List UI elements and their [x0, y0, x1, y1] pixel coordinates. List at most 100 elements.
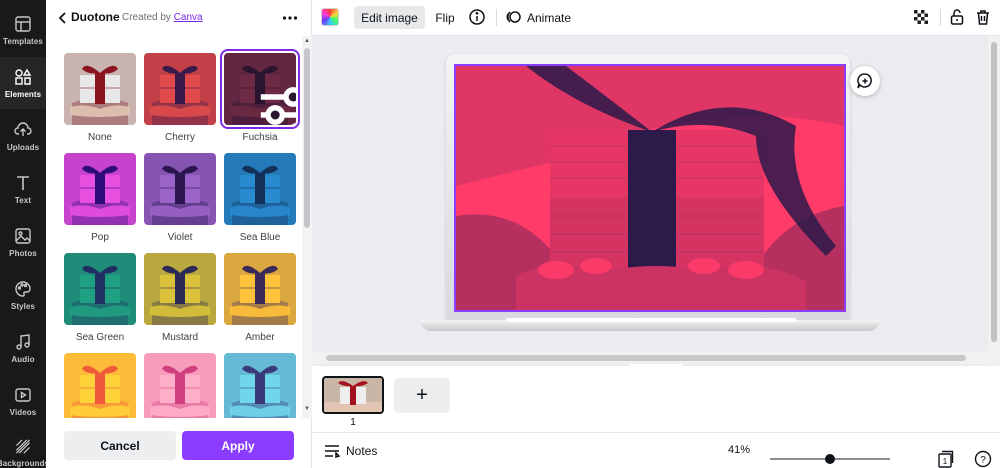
filter-thumbnail[interactable]	[144, 353, 216, 418]
rail-item-backgrounds[interactable]: Backgrounds	[0, 428, 49, 468]
flip-button[interactable]: Flip	[430, 6, 460, 29]
filter-thumbnail[interactable]	[64, 253, 136, 325]
filter-thumbnail[interactable]	[144, 253, 216, 325]
top-toolbar: Edit image Flip Animate	[312, 0, 1000, 36]
notes-button[interactable]: Notes	[324, 443, 377, 459]
duotone-filter-option[interactable]: Cherry	[144, 53, 216, 153]
templates-icon	[15, 15, 31, 32]
filter-thumbnail[interactable]	[64, 53, 136, 125]
color-picker-swatch[interactable]	[321, 8, 339, 26]
horizontal-scroll-thumb[interactable]	[326, 355, 966, 361]
rail-item-label: Audio	[11, 354, 35, 364]
filter-label: Sea Blue	[239, 232, 281, 243]
page-count-button[interactable]: 1	[936, 450, 954, 468]
info-icon[interactable]	[468, 8, 486, 26]
filter-thumbnail[interactable]	[64, 153, 136, 225]
zoom-value[interactable]: 41%	[716, 444, 750, 456]
panel-scrollbar[interactable]: ▲ ▼	[302, 36, 312, 418]
adjust-sliders-icon[interactable]	[250, 79, 296, 125]
rail-item-label: Videos	[9, 407, 37, 417]
pages-strip: 1 +	[312, 366, 1000, 432]
photos-icon	[15, 227, 31, 244]
rail-item-uploads[interactable]: Uploads	[0, 110, 46, 162]
duotone-filter-option[interactable]: Fuchsia	[220, 49, 300, 153]
video-icon	[15, 387, 31, 402]
scroll-thumb[interactable]	[304, 48, 310, 228]
filter-thumbnail[interactable]	[144, 53, 216, 125]
elements-icon	[15, 68, 32, 85]
panel-header: Duotone Created by Canva	[46, 0, 312, 36]
trash-icon[interactable]	[974, 8, 992, 26]
help-icon: ?	[974, 450, 992, 468]
edit-image-button[interactable]: Edit image	[354, 6, 425, 29]
rail-item-photos[interactable]: Photos	[0, 216, 46, 268]
svg-text:?: ?	[980, 455, 986, 466]
scroll-up-icon[interactable]: ▲	[304, 38, 310, 44]
selected-image-frame[interactable]	[454, 64, 846, 312]
filter-thumbnail[interactable]	[224, 353, 296, 418]
panel-title: Duotone	[71, 10, 120, 24]
animate-icon[interactable]	[505, 8, 523, 26]
rail-item-audio[interactable]: Audio	[0, 322, 46, 374]
duotone-filter-option[interactable]: Mustard	[144, 253, 216, 353]
duotone-filter-option[interactable]: Amber	[224, 253, 296, 353]
filter-thumbnail[interactable]	[224, 253, 296, 325]
duotone-filter-option[interactable]: Sea Blue	[224, 153, 296, 253]
cancel-button[interactable]: Cancel	[64, 431, 176, 460]
canvas-area: ⌄	[312, 36, 1000, 368]
duotone-panel: Duotone Created by Canva None Cherry Fuchs…	[46, 0, 312, 468]
duotone-filter-option[interactable]: Pop	[64, 153, 136, 253]
pages-icon: 1	[938, 450, 954, 468]
filter-thumbnail[interactable]	[224, 153, 296, 225]
plus-icon: +	[416, 384, 428, 406]
toolbar-divider	[496, 9, 497, 26]
vertical-scroll-thumb[interactable]	[991, 42, 997, 342]
page-thumbnail[interactable]	[322, 376, 384, 414]
gift-photo-duotone	[456, 66, 844, 310]
rail-item-elements[interactable]: Elements	[0, 57, 46, 109]
filter-label: Mustard	[161, 332, 199, 343]
duotone-filter-option[interactable]	[224, 353, 296, 418]
add-comment-button[interactable]	[850, 66, 880, 96]
duotone-filter-option[interactable]: Sea Green	[64, 253, 136, 353]
chevron-left-icon[interactable]	[56, 9, 70, 27]
backgrounds-icon	[15, 439, 31, 454]
duotone-filter-option[interactable]	[64, 353, 136, 418]
page-number: 1	[350, 417, 356, 428]
filter-label: Fuchsia	[242, 132, 278, 143]
animate-button[interactable]: Animate	[524, 6, 574, 29]
toolbar-divider	[940, 9, 941, 26]
filter-thumbnail[interactable]	[144, 153, 216, 225]
rail-item-label: Uploads	[6, 142, 40, 152]
music-note-icon	[16, 333, 30, 350]
duotone-filter-option[interactable]	[144, 353, 216, 418]
laptop-mockup-notch	[506, 318, 796, 322]
rail-item-label: Templates	[3, 36, 43, 46]
cloud-upload-icon	[14, 121, 32, 136]
duotone-filter-option[interactable]: Violet	[144, 153, 216, 253]
horizontal-scrollbar[interactable]	[312, 352, 988, 364]
rail-item-templates[interactable]: Templates	[0, 4, 46, 56]
page-thumbnail-image	[324, 378, 382, 412]
credit-link[interactable]: Canva	[174, 12, 203, 23]
bottom-bar: Notes 41% 1 ?	[312, 432, 1000, 468]
zoom-slider[interactable]	[770, 454, 890, 464]
more-options-icon[interactable]	[282, 10, 298, 26]
rail-item-label: Elements	[4, 89, 42, 99]
transparency-icon[interactable]	[912, 8, 930, 26]
add-page-button[interactable]: +	[394, 378, 450, 413]
vertical-scrollbar[interactable]	[988, 36, 1000, 366]
zoom-slider-knob[interactable]	[825, 454, 836, 464]
rail-item-videos[interactable]: Videos	[0, 375, 46, 427]
filter-thumbnail[interactable]	[64, 353, 136, 418]
filter-thumbnail[interactable]	[220, 49, 300, 129]
scroll-down-icon[interactable]: ▼	[304, 406, 310, 412]
rail-item-text[interactable]: Text	[0, 163, 46, 215]
filter-label: Violet	[167, 232, 193, 243]
rail-item-label: Styles	[10, 301, 36, 311]
apply-button[interactable]: Apply	[182, 431, 294, 460]
help-button[interactable]: ?	[974, 450, 992, 468]
lock-open-icon[interactable]	[948, 8, 966, 26]
rail-item-styles[interactable]: Styles	[0, 269, 46, 321]
duotone-filter-option[interactable]: None	[64, 53, 136, 153]
